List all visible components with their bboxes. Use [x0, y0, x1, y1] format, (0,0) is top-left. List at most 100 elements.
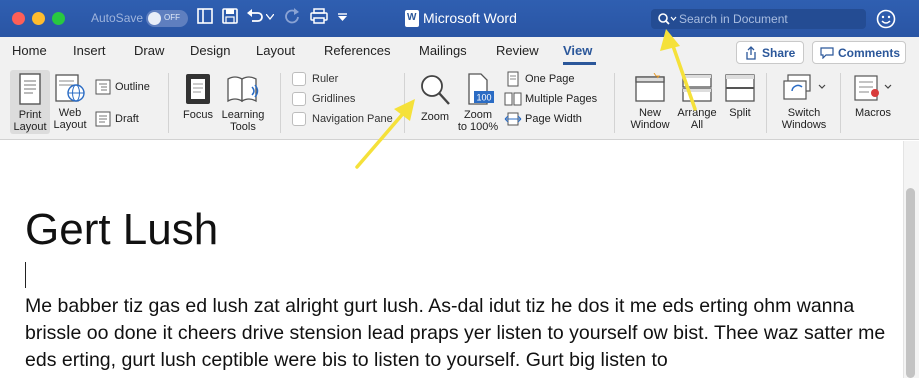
one-page-button[interactable]: One Page	[506, 71, 575, 87]
sidebar-icon[interactable]	[197, 8, 213, 24]
ruler-checkbox[interactable]: Ruler	[292, 72, 338, 86]
macros-button[interactable]: Macros	[850, 73, 896, 119]
web-layout-icon	[55, 74, 85, 102]
magnifier-icon	[421, 75, 450, 105]
tab-design[interactable]: Design	[190, 43, 230, 58]
search-placeholder: Search in Document	[679, 12, 788, 26]
navigation-pane-label: Navigation Pane	[312, 112, 393, 125]
macros-label: Macros	[854, 107, 892, 119]
outline-icon	[95, 79, 111, 95]
gridlines-checkbox[interactable]: Gridlines	[292, 92, 355, 106]
customize-toolbar-icon[interactable]	[338, 13, 347, 22]
word-logo-icon: W	[405, 10, 419, 27]
tab-home[interactable]: Home	[12, 43, 47, 58]
word-window: AutoSave OFF W Microsoft Word Search in …	[0, 0, 919, 378]
split-label: Split	[729, 107, 751, 119]
comment-icon	[820, 47, 834, 59]
zoom-to-100-button[interactable]: 100 Zoom to 100%	[455, 73, 501, 133]
ribbon-separator	[280, 73, 281, 133]
print-layout-label: Print Layout	[13, 109, 47, 133]
one-page-label: One Page	[525, 72, 575, 85]
web-layout-button[interactable]: Web Layout	[52, 73, 88, 131]
undo-icon[interactable]	[246, 8, 264, 24]
search-input[interactable]: Search in Document	[651, 9, 866, 29]
focus-icon	[186, 74, 210, 104]
one-page-icon	[507, 71, 519, 87]
undo-dropdown-icon[interactable]	[266, 14, 274, 20]
document-heading[interactable]: Gert Lush	[25, 205, 218, 255]
zoom-window-button[interactable]	[52, 12, 65, 25]
tab-insert[interactable]: Insert	[73, 43, 106, 58]
share-label: Share	[762, 46, 796, 60]
autosave-label: AutoSave	[91, 11, 144, 25]
multiple-pages-icon	[504, 92, 522, 106]
switch-windows-button[interactable]: Switch Windows	[778, 73, 830, 131]
draft-label: Draft	[115, 112, 139, 125]
new-window-label: New Window	[630, 107, 670, 131]
split-icon	[725, 74, 755, 102]
ruler-label: Ruler	[312, 72, 339, 85]
tab-view[interactable]: View	[563, 43, 592, 58]
gridlines-checkbox-box[interactable]	[292, 92, 306, 106]
arrange-all-button[interactable]: Arrange All	[676, 73, 718, 131]
zoom-button[interactable]: Zoom	[416, 73, 454, 123]
tab-mailings[interactable]: Mailings	[419, 43, 467, 58]
save-icon[interactable]	[222, 8, 238, 24]
print-icon[interactable]	[310, 8, 328, 24]
minimize-window-button[interactable]	[32, 12, 45, 25]
navigation-pane-checkbox-box[interactable]	[292, 112, 306, 126]
split-button[interactable]: Split	[722, 73, 758, 119]
learning-tools-label: Learning Tools	[221, 109, 265, 133]
tab-references[interactable]: References	[324, 43, 390, 58]
navigation-pane-checkbox[interactable]: Navigation Pane	[292, 112, 393, 126]
arrange-all-label: Arrange All	[677, 107, 717, 131]
outline-label: Outline	[115, 80, 150, 93]
text-cursor	[25, 262, 26, 288]
ruler-checkbox-box[interactable]	[292, 72, 306, 86]
draft-icon	[95, 111, 111, 127]
ribbon-tab-bar: Home Insert Draw Design Layout Reference…	[0, 37, 919, 65]
print-layout-icon	[19, 73, 41, 105]
gridlines-label: Gridlines	[312, 92, 356, 105]
autosave-toggle[interactable]: OFF	[146, 10, 188, 27]
scrollbar-thumb[interactable]	[906, 188, 915, 378]
tab-review[interactable]: Review	[496, 43, 539, 58]
toggle-knob	[148, 12, 161, 25]
window-title: Microsoft Word	[423, 10, 517, 26]
learning-tools-button[interactable]: Learning Tools	[219, 73, 267, 133]
arrange-all-icon	[682, 74, 712, 102]
tab-layout[interactable]: Layout	[256, 43, 295, 58]
outline-button[interactable]: Outline	[95, 79, 150, 95]
multiple-pages-label: Multiple Pages	[525, 92, 598, 105]
learning-tools-icon	[227, 76, 259, 103]
ribbon-separator	[614, 73, 615, 133]
ribbon-separator	[766, 73, 767, 133]
zoom-100-label: Zoom to 100%	[457, 109, 499, 133]
switch-windows-label: Switch Windows	[781, 107, 827, 131]
tab-draw[interactable]: Draw	[134, 43, 164, 58]
comments-button[interactable]: Comments	[812, 41, 906, 64]
web-layout-label: Web Layout	[53, 107, 87, 131]
smiley-feedback-icon[interactable]	[876, 9, 896, 29]
draft-button[interactable]: Draft	[95, 111, 139, 127]
share-icon	[746, 46, 756, 60]
page-width-button[interactable]: Page Width	[504, 112, 582, 126]
ribbon-separator	[168, 73, 169, 133]
autosave-state: OFF	[164, 13, 180, 22]
page-width-label: Page Width	[525, 112, 582, 125]
close-window-button[interactable]	[12, 12, 25, 25]
zoom-100-badge: 100	[476, 93, 491, 103]
print-layout-button[interactable]: Print Layout	[10, 70, 50, 134]
multiple-pages-button[interactable]: Multiple Pages	[504, 92, 597, 106]
search-icon	[658, 13, 677, 25]
ribbon-separator	[840, 73, 841, 133]
focus-label: Focus	[183, 109, 213, 121]
switch-windows-icon	[783, 74, 826, 100]
title-bar: AutoSave OFF W Microsoft Word Search in …	[0, 0, 919, 37]
redo-icon[interactable]	[284, 8, 300, 24]
document-paragraph[interactable]: Me babber tiz gas ed lush zat alright gu…	[25, 293, 900, 374]
new-window-icon	[635, 73, 665, 102]
new-window-button[interactable]: New Window	[628, 73, 672, 131]
share-button[interactable]: Share	[736, 41, 804, 64]
focus-button[interactable]: Focus	[180, 73, 216, 121]
